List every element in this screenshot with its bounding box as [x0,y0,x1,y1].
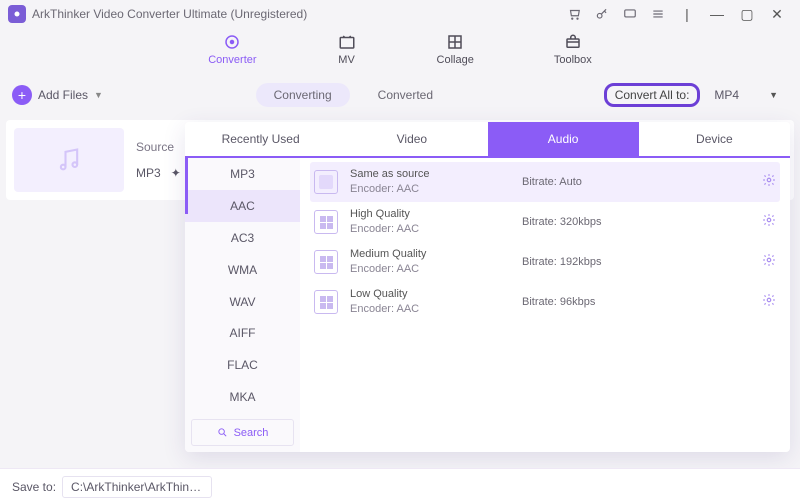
preset-icon [314,250,338,274]
nav-toolbox-label: Toolbox [554,54,592,66]
gear-icon[interactable] [762,253,776,272]
nav-collage-label: Collage [437,54,474,66]
effects-icon[interactable]: ✦ [171,166,181,180]
nav-mv-label: MV [338,54,355,66]
format-item[interactable]: AAC [185,190,300,222]
tab-converted[interactable]: Converted [360,83,451,107]
format-select[interactable]: MP4 ▼ [704,84,788,106]
maximize-button[interactable]: ▢ [736,3,758,25]
format-item[interactable]: MP3 [185,158,300,190]
converter-icon [222,32,242,52]
search-label: Search [234,427,269,439]
preset-bitrate: Bitrate: 96kbps [522,296,632,308]
titlebar: ArkThinker Video Converter Ultimate (Unr… [0,0,800,28]
nav-converter[interactable]: Converter [208,32,256,66]
close-button[interactable]: ✕ [766,3,788,25]
preset-list: Same as sourceEncoder: AAC Bitrate: Auto… [300,158,790,452]
nav-toolbox[interactable]: Toolbox [554,32,592,66]
preset-item[interactable]: Low QualityEncoder: AAC Bitrate: 96kbps [310,282,780,322]
minimize-button[interactable]: — [706,3,728,25]
preset-icon [314,290,338,314]
format-item[interactable]: WAV [185,286,300,318]
tab-audio[interactable]: Audio [488,122,639,156]
divider: | [676,3,698,25]
chevron-down-icon: ▼ [94,90,103,100]
preset-icon [314,170,338,194]
file-thumbnail [14,128,124,192]
menu-icon[interactable] [648,4,668,24]
preset-title: Medium Quality [350,247,510,262]
gear-icon[interactable] [762,293,776,312]
tab-recently-used[interactable]: Recently Used [185,122,336,156]
toolbox-icon [563,32,583,52]
format-select-value: MP4 [714,88,739,102]
preset-encoder: Encoder: AAC [350,222,510,237]
convert-all-wrap: Convert All to: MP4 ▼ [604,83,788,107]
preset-bitrate: Bitrate: Auto [522,176,632,188]
add-files-button[interactable]: + Add Files ▼ [12,85,103,105]
toolbar: + Add Files ▼ Converting Converted Conve… [0,76,800,114]
mv-icon [337,32,357,52]
tab-video[interactable]: Video [336,122,487,156]
preset-bitrate: Bitrate: 192kbps [522,256,632,268]
preset-title: Low Quality [350,287,510,302]
preset-item[interactable]: Same as sourceEncoder: AAC Bitrate: Auto [310,162,780,202]
preset-item[interactable]: Medium QualityEncoder: AAC Bitrate: 192k… [310,242,780,282]
tab-device[interactable]: Device [639,122,790,156]
format-list: MP3 AAC AC3 WMA WAV AIFF FLAC MKA Search [185,158,300,452]
preset-item[interactable]: High QualityEncoder: AAC Bitrate: 320kbp… [310,202,780,242]
convert-all-to-label: Convert All to: [604,83,701,107]
nav-collage[interactable]: Collage [437,32,474,66]
nav-mv[interactable]: MV [337,32,357,66]
tab-converting[interactable]: Converting [256,83,350,107]
preset-encoder: Encoder: AAC [350,182,510,197]
chevron-down-icon: ▼ [769,90,778,100]
footer: Save to: C:\ArkThinker\ArkThinke...rter [0,468,800,504]
preset-title: High Quality [350,207,510,222]
feedback-icon[interactable] [620,4,640,24]
file-format: MP3 [136,166,161,180]
format-item[interactable]: WMA [185,254,300,286]
preset-encoder: Encoder: AAC [350,262,510,277]
app-title: ArkThinker Video Converter Ultimate (Unr… [32,7,307,21]
format-item[interactable]: FLAC [185,349,300,381]
music-note-icon [55,146,83,174]
gear-icon[interactable] [762,173,776,192]
search-button[interactable]: Search [191,419,294,446]
add-files-label: Add Files [38,88,88,102]
app-logo [8,5,26,23]
source-label: Source [136,140,174,154]
main-nav: Converter MV Collage Toolbox [0,28,800,76]
format-panel: Recently Used Video Audio Device MP3 AAC… [185,122,790,452]
preset-bitrate: Bitrate: 320kbps [522,216,632,228]
cart-icon[interactable] [564,4,584,24]
search-icon [217,427,228,438]
format-item[interactable]: AC3 [185,222,300,254]
preset-icon [314,210,338,234]
panel-tabs: Recently Used Video Audio Device [185,122,790,158]
queue-tabs: Converting Converted [256,83,451,107]
save-to-label: Save to: [12,480,56,494]
save-path-field[interactable]: C:\ArkThinker\ArkThinke...rter [62,476,212,498]
nav-converter-label: Converter [208,54,256,66]
gear-icon[interactable] [762,213,776,232]
collage-icon [445,32,465,52]
preset-title: Same as source [350,167,510,182]
format-item[interactable]: MKA [185,381,300,413]
plus-icon: + [12,85,32,105]
format-item[interactable]: AIFF [185,318,300,350]
preset-encoder: Encoder: AAC [350,302,510,317]
key-icon[interactable] [592,4,612,24]
